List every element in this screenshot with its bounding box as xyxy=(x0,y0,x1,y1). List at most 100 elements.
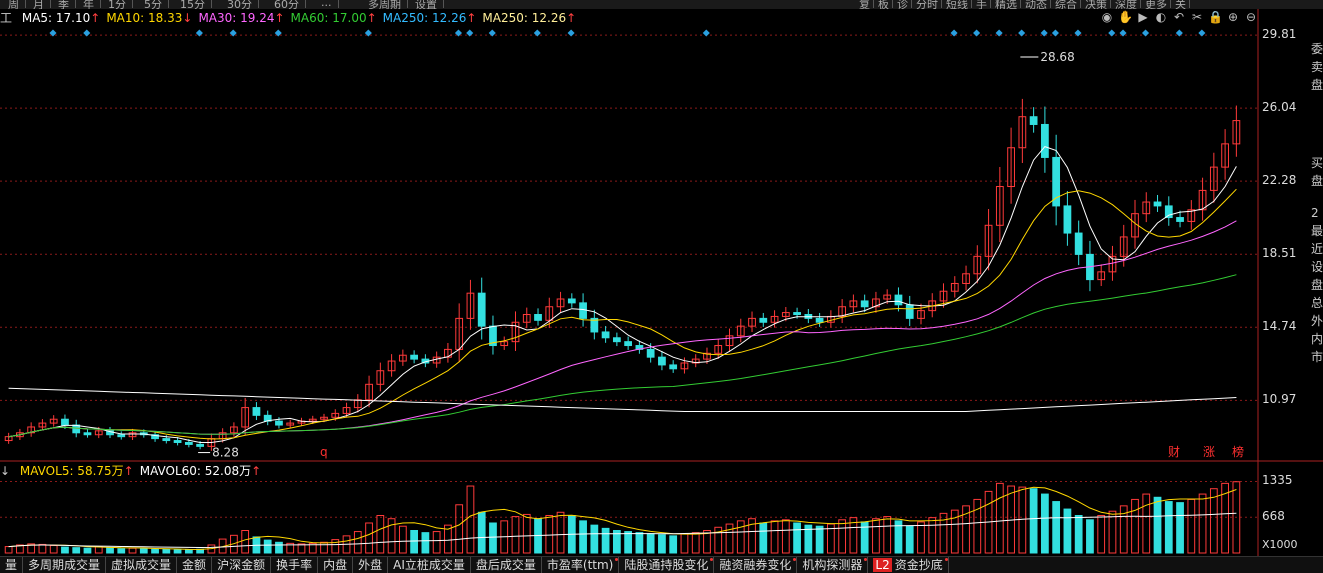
volume-bar xyxy=(83,547,92,554)
event-diamond-icon xyxy=(488,29,496,37)
volume-bar xyxy=(1198,493,1207,554)
new-dot-icon xyxy=(864,558,868,561)
indicator-tab[interactable]: 换手率 xyxy=(271,557,319,573)
volume-bar xyxy=(624,531,633,554)
order-book-label: 买 xyxy=(1311,156,1323,170)
indicator-tab-label: 多周期成交量 xyxy=(28,558,101,572)
price-tick-label: 14.74 xyxy=(1262,319,1297,334)
volume-bar xyxy=(579,520,587,554)
l2-badge: L2 xyxy=(873,558,892,572)
volume-bar xyxy=(601,527,610,554)
event-marker: 财 xyxy=(1168,445,1180,459)
indicator-tab[interactable]: 沪深金额 xyxy=(212,557,272,573)
indicator-tab-bar: 量多周期成交量 虚拟成交量 金额 沪深金额 换手率 内盘 外盘 AI立桩成交量 盘后成交量 市盈率… xyxy=(0,556,1323,573)
indicator-tab[interactable]: 多周期成交量 xyxy=(23,557,107,573)
candle-body xyxy=(61,418,69,426)
volume-bar xyxy=(477,511,486,554)
indicator-tab[interactable]: 机构探测器 xyxy=(797,557,869,573)
price-tick-label: 18.51 xyxy=(1262,246,1297,261)
candle-body xyxy=(815,317,824,323)
volume-bar xyxy=(4,546,13,554)
indicator-tab-label: 沪深金额 xyxy=(217,558,266,572)
volume-bar xyxy=(49,545,58,554)
indicator-tab[interactable]: 盘后成交量 xyxy=(471,557,542,573)
order-book-label: 近 xyxy=(1311,242,1323,256)
candle-body xyxy=(1052,156,1061,207)
volume-bar xyxy=(815,525,824,554)
volume-bar xyxy=(184,549,193,554)
indicator-tab[interactable]: 外盘 xyxy=(353,557,389,573)
volume-bar xyxy=(241,530,250,554)
candle-body xyxy=(184,441,193,445)
candle-body xyxy=(646,348,655,358)
candle-body xyxy=(612,337,621,343)
candle-body xyxy=(83,432,92,436)
price-tick-label: 26.04 xyxy=(1262,100,1297,115)
price-tick-label: 10.97 xyxy=(1262,392,1297,407)
volume-bar xyxy=(883,516,892,554)
high-label: 28.68 xyxy=(1040,50,1074,64)
candle-body xyxy=(1029,116,1038,125)
indicator-tab-label: 融资融券变化 xyxy=(719,558,792,572)
volume-bar xyxy=(646,533,655,554)
indicator-tab[interactable]: 金额 xyxy=(177,557,213,573)
indicator-tab-label: 虚拟成交量 xyxy=(111,558,172,572)
indicator-tab-label: 金额 xyxy=(182,558,207,572)
volume-bar xyxy=(331,539,340,554)
ma5-line xyxy=(8,146,1237,443)
order-book-label: 总 xyxy=(1311,296,1323,310)
volume-bar xyxy=(455,504,464,554)
candle-body xyxy=(1041,123,1049,158)
event-marker: 榜 xyxy=(1232,444,1244,459)
indicator-tab-label: 机构探测器 xyxy=(802,558,863,572)
volume-bar xyxy=(275,541,283,554)
ma250-line xyxy=(8,387,1237,412)
volume-bar xyxy=(1153,496,1162,554)
price-tick-label: 22.28 xyxy=(1262,173,1297,188)
order-book-label: 最 xyxy=(1311,224,1323,238)
order-book-label: 卖 xyxy=(1311,60,1323,74)
volume-bar xyxy=(1086,519,1094,554)
volume-bar xyxy=(365,522,373,554)
indicator-tab[interactable]: 量 xyxy=(0,557,24,573)
price-tick-label: 29.81 xyxy=(1262,27,1297,42)
volume-bar xyxy=(691,532,700,554)
volume-bar xyxy=(556,511,565,554)
volume-bar xyxy=(410,530,419,554)
volume-bar xyxy=(793,522,801,554)
volume-bar xyxy=(61,546,69,554)
indicator-tab-label: 市盈率(ttm) xyxy=(546,558,614,572)
indicator-tab[interactable]: AI立桩成交量 xyxy=(388,557,471,573)
indicator-tab[interactable]: L2 资金抄底 xyxy=(868,557,949,573)
volume-tick-label: 1335 xyxy=(1262,473,1293,488)
order-book-label: 内 xyxy=(1311,332,1323,346)
trend-arrow-icon: ↑ xyxy=(251,464,262,478)
volume-bar xyxy=(680,533,689,554)
volume-legend-item: MAVOL60: 52.08万↑ xyxy=(140,464,261,478)
indicator-tab[interactable]: 内盘 xyxy=(318,557,354,573)
volume-bar xyxy=(1052,501,1061,554)
volume-bar xyxy=(117,548,126,554)
order-book-label: 外 xyxy=(1311,314,1323,328)
volume-bar xyxy=(511,516,520,554)
volume-legend: ↓ MAVOL5: 58.75万↑ MAVOL60: 52.08万↑ xyxy=(0,463,267,479)
volume-bar xyxy=(139,548,148,554)
mavol-value: MAVOL5: 58.75万 xyxy=(19,464,124,478)
volume-bar xyxy=(376,515,385,554)
volume-unit-label: X1000 xyxy=(1262,538,1298,551)
indicator-tab[interactable]: 陆股通持股变化 xyxy=(619,557,715,573)
indicator-tab[interactable]: 虚拟成交量 xyxy=(106,557,178,573)
event-diamond-icon xyxy=(83,29,91,37)
indicator-tab-label: 换手率 xyxy=(276,558,313,572)
candle-body xyxy=(860,300,869,308)
indicator-tab[interactable]: 融资融券变化 xyxy=(714,557,798,573)
candle-body xyxy=(1063,205,1072,234)
volume-bar xyxy=(1176,502,1184,554)
volume-bar xyxy=(522,513,531,554)
indicator-tab[interactable]: 市盈率(ttm) xyxy=(542,557,620,573)
candle-body xyxy=(534,314,542,321)
volume-bar xyxy=(973,498,982,554)
candle-body xyxy=(410,354,419,360)
order-book-label: 委 xyxy=(1311,42,1323,56)
volume-bar xyxy=(1187,498,1196,554)
